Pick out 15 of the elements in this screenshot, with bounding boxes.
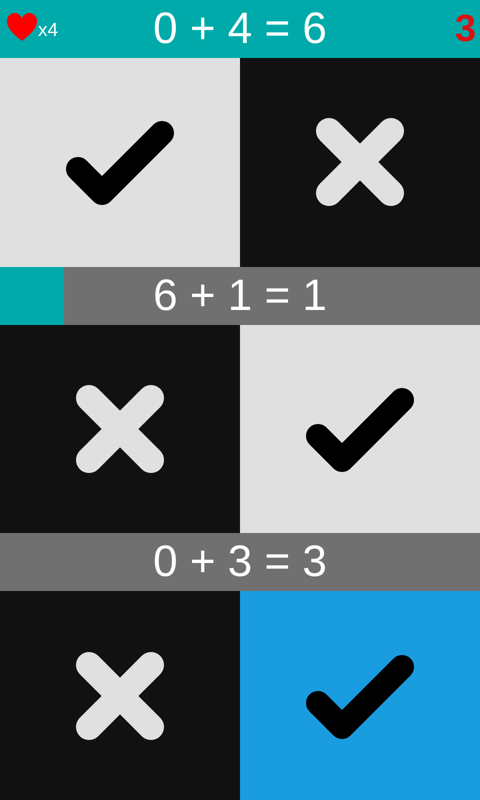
close-icon [315,117,405,208]
equation: 0 + 3 = 3 [153,540,327,584]
score: 3 [454,10,476,48]
correct-button[interactable] [240,591,480,800]
correct-button[interactable] [0,58,240,267]
correct-button[interactable] [240,324,480,534]
wrong-button[interactable] [0,591,240,800]
equation: 6 + 1 = 1 [153,274,327,318]
heart-icon [6,12,38,42]
equation: 0 + 4 = 6 [153,7,327,51]
close-icon [75,384,165,474]
wrong-button[interactable] [0,324,240,534]
wrong-button[interactable] [240,58,480,267]
lives-count: x4 [38,21,58,40]
close-icon [75,650,165,741]
